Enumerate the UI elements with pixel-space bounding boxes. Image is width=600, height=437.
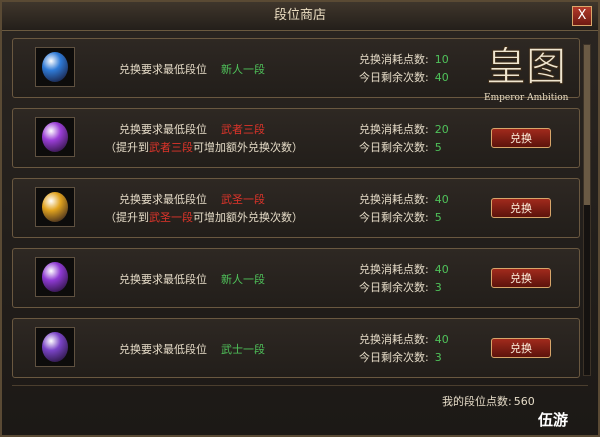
item-slot[interactable] [35, 117, 75, 157]
requirement-label: 兑换要求最低段位 [119, 63, 207, 76]
remaining-label: 今日剩余次数: [359, 141, 429, 154]
remaining-value: 3 [434, 281, 442, 294]
cost-line: 兑换消耗点数: 20 [359, 121, 449, 137]
remaining-label: 今日剩余次数: [359, 281, 429, 294]
cost-value: 40 [434, 263, 449, 276]
required-rank: 武士一段 [221, 343, 265, 356]
shop-row: 兑换要求最低段位 武者三段 （提升到武者三段可增加额外兑换次数） 兑换消耗点数: 20 今… [12, 108, 580, 168]
shop-row: 兑换要求最低段位 武士一段 兑换消耗点数: 40 今日剩余次数: 3 兑换 [12, 318, 580, 378]
remaining-line: 今日剩余次数: 5 [359, 139, 442, 155]
requirement-label: 兑换要求最低段位 [119, 273, 207, 286]
window-title: 段位商店 [273, 8, 326, 23]
bonus-note-prefix: （提升到 [105, 211, 149, 224]
cost-label: 兑换消耗点数: [359, 53, 429, 66]
remaining-line: 今日剩余次数: 3 [359, 279, 442, 295]
shop-row: 兑换要求最低段位 新人一段 兑换消耗点数: 40 今日剩余次数: 3 兑换 [12, 248, 580, 308]
bonus-note-suffix: 可增加额外兑换次数） [193, 211, 303, 224]
bonus-note-prefix: （提升到 [105, 141, 149, 154]
requirement-line: 兑换要求最低段位 武圣一段 [119, 191, 265, 207]
remaining-line: 今日剩余次数: 5 [359, 209, 442, 225]
item-slot[interactable] [35, 327, 75, 367]
bonus-note-rank: 武者三段 [149, 141, 193, 154]
cost-value: 10 [434, 53, 449, 66]
bonus-note: （提升到武圣一段可增加额外兑换次数） [105, 209, 303, 225]
cost-label: 兑换消耗点数: [359, 333, 429, 346]
gold-gem-icon [42, 192, 68, 222]
blue-gem-icon [42, 52, 68, 82]
remaining-line: 今日剩余次数: 3 [359, 349, 442, 365]
item-slot[interactable] [35, 47, 75, 87]
bonus-note-rank: 武圣一段 [149, 211, 193, 224]
item-slot[interactable] [35, 257, 75, 297]
requirement-line: 兑换要求最低段位 新人一段 [119, 271, 265, 287]
logo-mark: 皇图 [486, 44, 566, 90]
close-button[interactable]: X [572, 6, 592, 26]
violet-orb-icon [42, 262, 68, 292]
required-rank: 武圣一段 [221, 193, 265, 206]
requirement-line: 兑换要求最低段位 武士一段 [119, 341, 265, 357]
purple-gem-icon [42, 122, 68, 152]
remaining-line: 今日剩余次数: 40 [359, 69, 449, 85]
cost-label: 兑换消耗点数: [359, 123, 429, 136]
requirement-line: 兑换要求最低段位 新人一段 [119, 61, 265, 77]
exchange-button[interactable]: 兑换 [491, 198, 551, 218]
requirement-line: 兑换要求最低段位 武者三段 [119, 121, 265, 137]
cost-line: 兑换消耗点数: 40 [359, 261, 449, 277]
cost-line: 兑换消耗点数: 40 [359, 191, 449, 207]
remaining-value: 5 [434, 141, 442, 154]
watermark: 伍游 [538, 411, 569, 429]
points-balance: 我的段位点数: 560 [442, 393, 535, 409]
bonus-note: （提升到武者三段可增加额外兑换次数） [105, 139, 303, 155]
cost-line: 兑换消耗点数: 40 [359, 331, 449, 347]
cost-value: 20 [434, 123, 449, 136]
remaining-label: 今日剩余次数: [359, 351, 429, 364]
remaining-value: 5 [434, 211, 442, 224]
requirement-label: 兑换要求最低段位 [119, 193, 207, 206]
required-rank: 新人一段 [221, 63, 265, 76]
footer-divider [12, 385, 588, 386]
points-value: 560 [513, 395, 535, 408]
required-rank: 武者三段 [221, 123, 265, 136]
exchange-button[interactable]: 兑换 [491, 128, 551, 148]
shop-window: 段位商店 X 兑换要求最低段位 新人一段 兑换消耗点数: 10 今日剩余次数: 40 兑换要… [0, 0, 600, 437]
cost-label: 兑换消耗点数: [359, 193, 429, 206]
remaining-label: 今日剩余次数: [359, 71, 429, 84]
remaining-value: 40 [434, 71, 449, 84]
title-bar: 段位商店 X [2, 2, 598, 31]
shop-row: 兑换要求最低段位 武圣一段 （提升到武圣一段可增加额外兑换次数） 兑换消耗点数: 40 今… [12, 178, 580, 238]
logo-subtitle: Emperor Ambition [484, 93, 569, 103]
game-logo: 皇图 Emperor Ambition [484, 44, 569, 104]
item-slot[interactable] [35, 187, 75, 227]
remaining-label: 今日剩余次数: [359, 211, 429, 224]
scrollbar-thumb[interactable] [584, 45, 590, 205]
cost-value: 40 [434, 333, 449, 346]
exchange-button[interactable]: 兑换 [491, 268, 551, 288]
cost-line: 兑换消耗点数: 10 [359, 51, 449, 67]
remaining-value: 3 [434, 351, 442, 364]
requirement-label: 兑换要求最低段位 [119, 123, 207, 136]
feather-gem-icon [42, 332, 68, 362]
required-rank: 新人一段 [221, 273, 265, 286]
bonus-note-suffix: 可增加额外兑换次数） [193, 141, 303, 154]
cost-label: 兑换消耗点数: [359, 263, 429, 276]
scrollbar[interactable] [583, 44, 591, 376]
requirement-label: 兑换要求最低段位 [119, 343, 207, 356]
exchange-button[interactable]: 兑换 [491, 338, 551, 358]
points-label: 我的段位点数: [442, 395, 512, 408]
cost-value: 40 [434, 193, 449, 206]
